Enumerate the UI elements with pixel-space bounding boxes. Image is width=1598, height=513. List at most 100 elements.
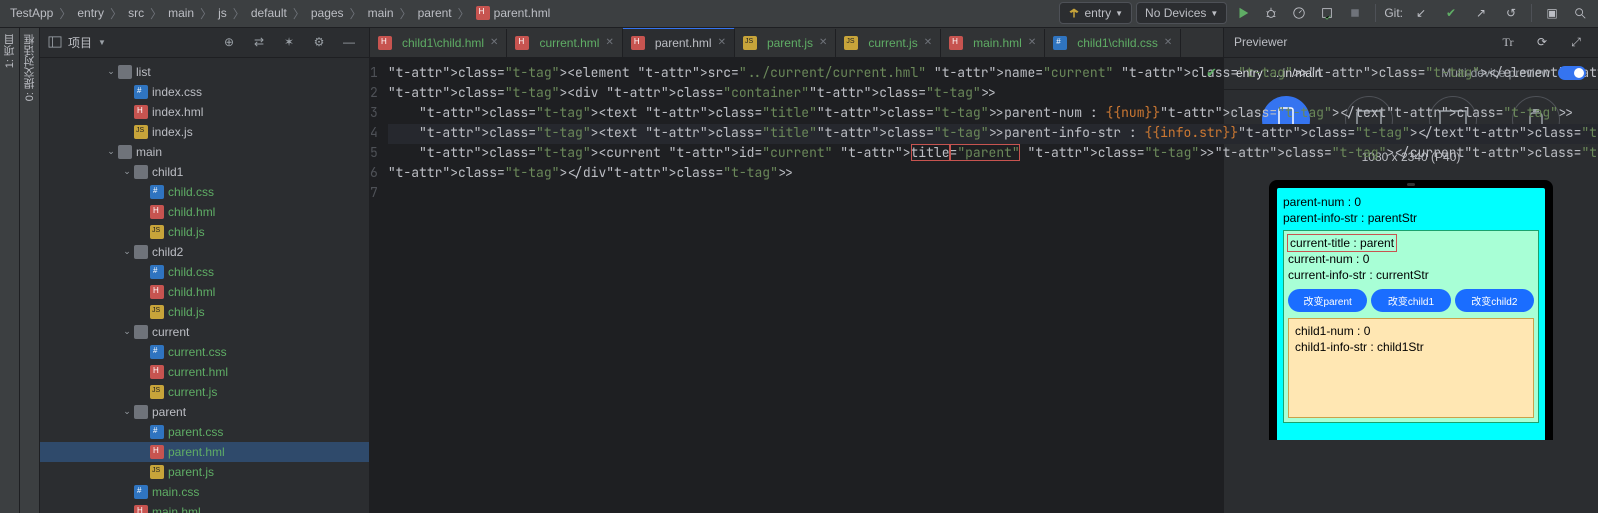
file-node[interactable]: child.css xyxy=(40,262,369,282)
node-label: current.js xyxy=(168,385,217,399)
attach-button[interactable] xyxy=(1315,2,1339,24)
editor-tab[interactable]: current.js✕ xyxy=(836,29,941,57)
file-node[interactable]: index.hml xyxy=(40,102,369,122)
git-commit-icon[interactable]: ✔ xyxy=(1439,2,1463,24)
hml-icon xyxy=(134,105,148,119)
refresh-icon[interactable]: ⟳ xyxy=(1530,31,1554,53)
chevron-right-icon: 〉 xyxy=(110,5,122,22)
node-label: parent.hml xyxy=(168,445,225,459)
device-dropdown[interactable]: No Devices ▼ xyxy=(1136,2,1227,24)
file-node[interactable]: main.hml xyxy=(40,502,369,513)
breadcrumb-item[interactable]: parent xyxy=(414,6,456,20)
code-line[interactable]: "t-attr">class="t-tag"><element "t-attr"… xyxy=(388,64,1598,84)
git-history-icon[interactable]: ↺ xyxy=(1499,2,1523,24)
font-icon[interactable]: Tr xyxy=(1496,31,1520,53)
git-toolbar: Git: ↙ ✔ ↗ ↺ xyxy=(1384,2,1523,24)
folder-node[interactable]: ⌄child1 xyxy=(40,162,369,182)
hml-icon xyxy=(150,365,164,379)
multi-device-toggle[interactable] xyxy=(1558,66,1586,80)
file-node[interactable]: child.js xyxy=(40,222,369,242)
folder-icon xyxy=(118,65,132,79)
file-node[interactable]: current.css xyxy=(40,342,369,362)
change-child1-button[interactable]: 改变child1 xyxy=(1371,289,1450,312)
change-parent-button[interactable]: 改变parent xyxy=(1288,289,1367,312)
editor-tab[interactable]: current.hml✕ xyxy=(507,29,622,57)
file-node[interactable]: index.css xyxy=(40,82,369,102)
folder-node[interactable]: ⌄current xyxy=(40,322,369,342)
breadcrumb-item[interactable]: src xyxy=(124,6,148,20)
css-icon xyxy=(150,425,164,439)
expand-icon[interactable]: ⇄ xyxy=(247,31,271,53)
editor-tab[interactable]: child1\child.hml✕ xyxy=(370,29,507,57)
project-tree[interactable]: ⌄listindex.cssindex.hmlindex.js⌄main⌄chi… xyxy=(40,58,369,513)
git-push-icon[interactable]: ↗ xyxy=(1469,2,1493,24)
code-line[interactable]: "t-attr">class="t-tag"><div "t-attr">cla… xyxy=(388,84,1598,104)
node-label: child2 xyxy=(152,245,183,259)
overflow-icon[interactable]: ▣ xyxy=(1540,2,1564,24)
run-button[interactable] xyxy=(1231,2,1255,24)
left-gutter-2[interactable]: 0: 提交对话框 xyxy=(20,28,40,513)
editor-tab[interactable]: child1\child.css✕ xyxy=(1045,29,1181,57)
code-line[interactable]: "t-attr">class="t-tag"><current "t-attr"… xyxy=(388,144,1598,164)
git-update-icon[interactable]: ↙ xyxy=(1409,2,1433,24)
file-node[interactable]: main.css xyxy=(40,482,369,502)
close-tab-icon[interactable]: ✕ xyxy=(1164,37,1172,48)
profiler-button[interactable] xyxy=(1287,2,1311,24)
editor-tab[interactable]: parent.js✕ xyxy=(735,29,836,57)
css-icon xyxy=(134,485,148,499)
code-editor[interactable]: 1234567 "t-attr">class="t-tag"><element … xyxy=(370,58,1223,513)
collapse-icon[interactable]: ⤢ xyxy=(1564,31,1588,53)
close-tab-icon[interactable]: ✕ xyxy=(605,37,613,48)
breadcrumb-item[interactable]: pages xyxy=(307,6,348,20)
folder-node[interactable]: ⌄main xyxy=(40,142,369,162)
debug-button[interactable] xyxy=(1259,2,1283,24)
stop-button[interactable] xyxy=(1343,2,1367,24)
editor-tab[interactable]: main.hml✕ xyxy=(941,29,1045,57)
close-tab-icon[interactable]: ✕ xyxy=(1028,37,1036,48)
settings-icon[interactable]: ⚙ xyxy=(307,31,331,53)
workspace: 1: 项目 0: 提交对话框 项目 ▼ ⊕ ⇄ ✶ ⚙ — ⌄listindex… xyxy=(0,28,1598,513)
breadcrumb-item[interactable]: parent.hml xyxy=(472,6,555,20)
breadcrumb-item[interactable]: entry xyxy=(73,6,108,20)
project-view-icon[interactable] xyxy=(48,36,62,48)
node-label: main xyxy=(136,145,162,159)
close-tab-icon[interactable]: ✕ xyxy=(924,37,932,48)
editor-tab[interactable]: parent.hml✕ xyxy=(623,28,735,57)
js-file-icon xyxy=(844,36,858,50)
file-node[interactable]: child.hml xyxy=(40,202,369,222)
breadcrumb-item[interactable]: TestApp xyxy=(6,6,57,20)
file-node[interactable]: index.js xyxy=(40,122,369,142)
breadcrumb-item[interactable]: js xyxy=(214,6,231,20)
hide-icon[interactable]: — xyxy=(337,31,361,53)
file-node[interactable]: parent.css xyxy=(40,422,369,442)
close-tab-icon[interactable]: ✕ xyxy=(718,37,726,48)
close-tab-icon[interactable]: ✕ xyxy=(819,37,827,48)
hammer-icon xyxy=(1068,7,1080,19)
chevron-icon: ⌄ xyxy=(120,406,134,417)
search-icon[interactable] xyxy=(1568,2,1592,24)
css-icon xyxy=(150,185,164,199)
close-tab-icon[interactable]: ✕ xyxy=(490,37,498,48)
breadcrumb-item[interactable]: default xyxy=(247,6,291,20)
folder-node[interactable]: ⌄child2 xyxy=(40,242,369,262)
file-node[interactable]: parent.js xyxy=(40,462,369,482)
left-gutter-1[interactable]: 1: 项目 xyxy=(0,28,20,513)
code-line[interactable]: "t-attr">class="t-tag"><text "t-attr">cl… xyxy=(388,124,1598,144)
folder-node[interactable]: ⌄parent xyxy=(40,402,369,422)
run-config-dropdown[interactable]: entry ▼ xyxy=(1059,2,1132,24)
hml-file-icon xyxy=(949,36,963,50)
breadcrumb-item[interactable]: main xyxy=(164,6,198,20)
locate-icon[interactable]: ⊕ xyxy=(217,31,241,53)
file-node[interactable]: current.js xyxy=(40,382,369,402)
file-node[interactable]: child.hml xyxy=(40,282,369,302)
folder-node[interactable]: ⌄list xyxy=(40,62,369,82)
breadcrumb-item[interactable]: main xyxy=(364,6,398,20)
phone-screen[interactable]: parent-num : 0 parent-info-str : parentS… xyxy=(1277,188,1545,440)
file-node[interactable]: child.css xyxy=(40,182,369,202)
file-node[interactable]: current.hml xyxy=(40,362,369,382)
collapse-icon[interactable]: ✶ xyxy=(277,31,301,53)
change-child2-button[interactable]: 改变child2 xyxy=(1455,289,1534,312)
file-node[interactable]: child.js xyxy=(40,302,369,322)
file-node[interactable]: parent.hml xyxy=(40,442,369,462)
code-line[interactable]: "t-attr">class="t-tag"><text "t-attr">cl… xyxy=(388,104,1598,124)
